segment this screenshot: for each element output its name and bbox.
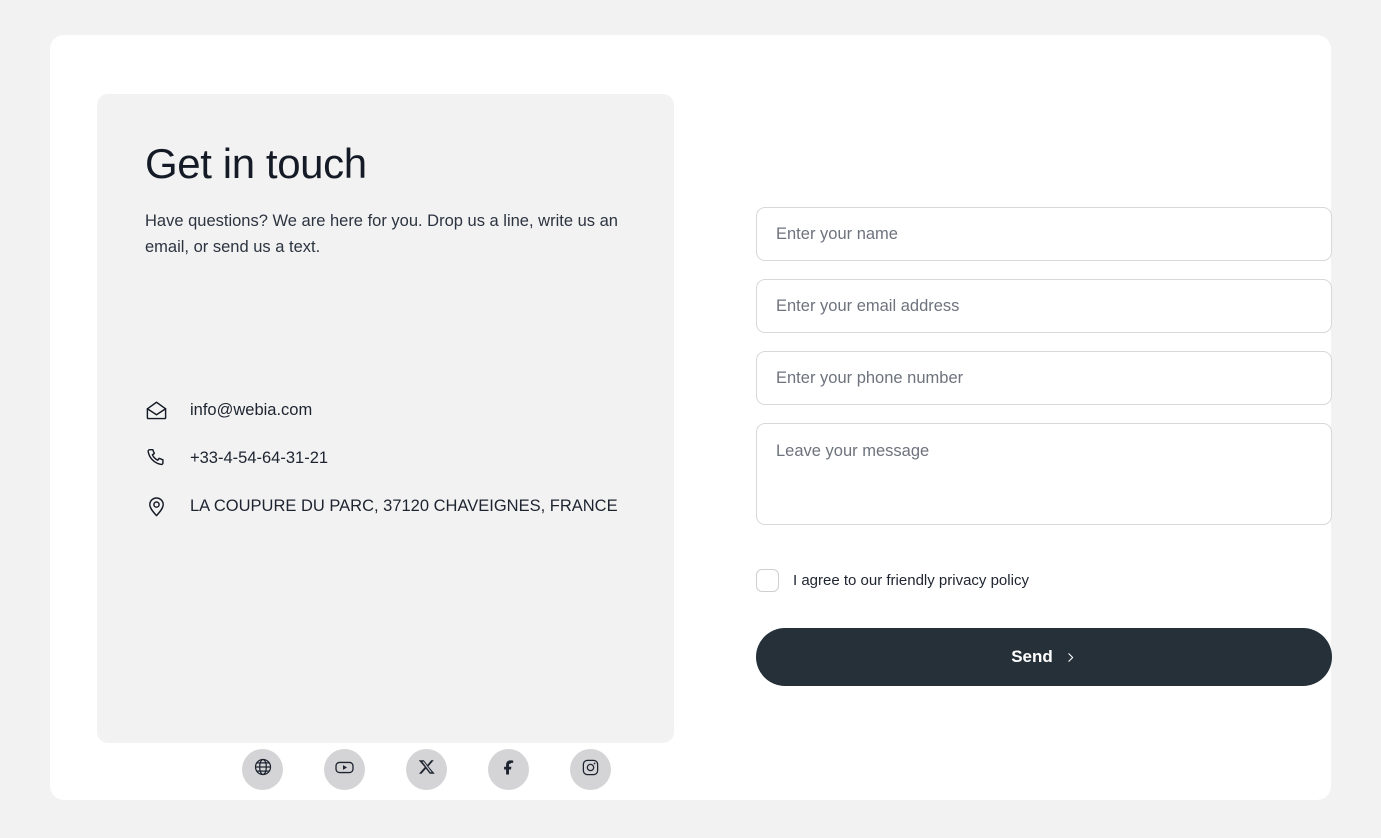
name-input[interactable]: [756, 207, 1332, 261]
privacy-consent-row: I agree to our friendly privacy policy: [756, 569, 1332, 592]
contact-row-email[interactable]: info@webia.com: [145, 395, 618, 425]
contact-address-value: LA COUPURE DU PARC, 37120 CHAVEIGNES, FR…: [190, 496, 618, 515]
instagram-icon: [581, 758, 600, 782]
send-button[interactable]: Send: [756, 628, 1332, 686]
info-heading-block: Get in touch Have questions? We are here…: [145, 140, 634, 260]
phone-icon: [145, 443, 175, 473]
social-link-x-twitter[interactable]: [406, 749, 447, 790]
social-links: [242, 749, 611, 790]
message-textarea[interactable]: [756, 423, 1332, 525]
social-link-facebook[interactable]: [488, 749, 529, 790]
chevron-right-icon: [1064, 651, 1077, 664]
envelope-icon: [145, 395, 175, 425]
privacy-policy-label[interactable]: I agree to our friendly privacy policy: [793, 573, 1029, 588]
phone-input[interactable]: [756, 351, 1332, 405]
email-input[interactable]: [756, 279, 1332, 333]
contact-form: I agree to our friendly privacy policy S…: [756, 207, 1332, 686]
youtube-icon: [334, 757, 355, 783]
contact-phone-value: +33-4-54-64-31-21: [190, 448, 329, 467]
page-subtitle: Have questions? We are here for you. Dro…: [145, 212, 618, 256]
page-title: Get in touch: [145, 140, 367, 187]
location-pin-icon: [145, 491, 175, 521]
contact-email-value: info@webia.com: [190, 400, 313, 419]
privacy-policy-checkbox[interactable]: [756, 569, 779, 592]
contact-info-panel: Get in touch Have questions? We are here…: [97, 94, 674, 790]
contact-card: Get in touch Have questions? We are here…: [50, 35, 1332, 800]
contact-details-list: info@webia.com +33-4-54-64-31-21 LA COUP…: [145, 395, 618, 521]
social-link-youtube[interactable]: [324, 749, 365, 790]
facebook-icon: [499, 757, 519, 782]
globe-icon: [253, 757, 273, 782]
contact-row-address[interactable]: LA COUPURE DU PARC, 37120 CHAVEIGNES, FR…: [145, 491, 618, 521]
send-button-label: Send: [1011, 647, 1053, 666]
contact-row-phone[interactable]: +33-4-54-64-31-21: [145, 443, 618, 473]
contact-page: Get in touch Have questions? We are here…: [0, 0, 1381, 838]
social-link-instagram[interactable]: [570, 749, 611, 790]
social-link-website[interactable]: [242, 749, 283, 790]
x-twitter-icon: [418, 758, 436, 781]
